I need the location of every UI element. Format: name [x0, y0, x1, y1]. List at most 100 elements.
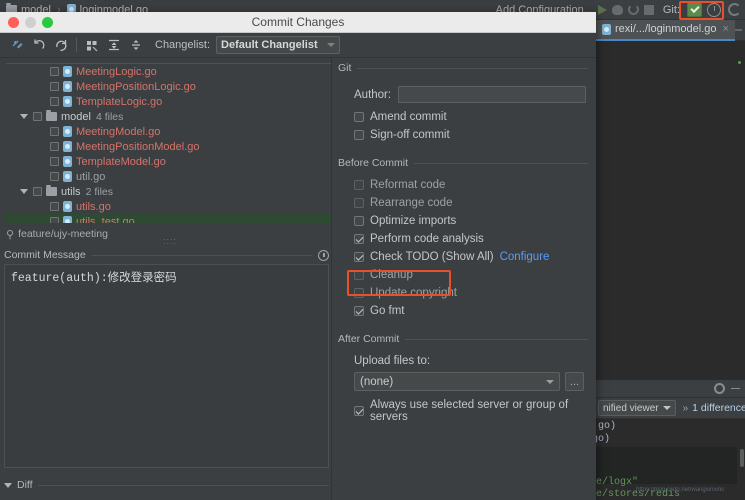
chevron-down-icon[interactable]	[4, 483, 12, 488]
gear-icon[interactable]	[714, 383, 725, 394]
file-checkbox[interactable]	[50, 172, 59, 181]
splitter-handle[interactable]: ::::	[150, 236, 190, 243]
folder-checkbox[interactable]	[33, 112, 42, 121]
divider	[76, 38, 77, 52]
reformat-code-label: Reformat code	[370, 179, 445, 191]
optimize-imports-row[interactable]: Optimize imports	[354, 215, 596, 227]
refresh-icon[interactable]	[50, 35, 72, 56]
go-file-icon	[63, 216, 72, 223]
table-row[interactable]: MeetingModel.go	[6, 124, 331, 139]
changelist-dropdown[interactable]: Default Changelist	[216, 36, 340, 54]
check-todo-checkbox[interactable]	[354, 252, 364, 262]
reformat-code-row[interactable]: Reformat code	[354, 179, 596, 191]
commit-message-header: Commit Message	[4, 248, 329, 262]
diff-section-header[interactable]: Diff	[4, 478, 329, 492]
check-todo-label: Check TODO (Show All)	[370, 251, 494, 263]
coverage-icon[interactable]	[628, 4, 639, 15]
browse-servers-button[interactable]: ...	[565, 372, 584, 391]
dialog-toolbar: Changelist: Default Changelist	[0, 33, 596, 58]
double-chevron-icon[interactable]: »	[683, 403, 689, 414]
commit-message-input[interactable]: feature(auth):修改登录密码	[4, 264, 329, 468]
clock-icon[interactable]	[318, 250, 329, 261]
stop-icon[interactable]	[644, 5, 654, 15]
table-row[interactable]: util.go	[6, 169, 331, 184]
go-file-icon	[602, 24, 611, 35]
update-copyright-row[interactable]: Update copyright	[354, 287, 596, 299]
amend-commit-checkbox[interactable]	[354, 112, 364, 122]
shelve-icon[interactable]	[6, 35, 28, 56]
diff-window-body[interactable]: .go) go) re/logx" re/stores/redis https:…	[596, 419, 745, 500]
git-rollback-icon[interactable]	[707, 3, 721, 17]
signoff-commit-row[interactable]: Sign-off commit	[354, 129, 596, 141]
amend-commit-row[interactable]: Amend commit	[354, 111, 596, 123]
collapse-all-icon[interactable]	[125, 35, 147, 56]
upload-target-dropdown[interactable]: (none)	[354, 372, 560, 391]
go-fmt-row[interactable]: Go fmt	[354, 305, 596, 317]
git-update-icon[interactable]	[728, 3, 741, 16]
author-field[interactable]	[398, 86, 586, 103]
file-checkbox[interactable]	[50, 142, 59, 151]
folder-icon	[46, 187, 57, 196]
diff-toolbar: ?	[4, 496, 329, 500]
table-row[interactable]: model 4 files	[6, 109, 331, 124]
table-row[interactable]: MeetingPositionLogic.go	[6, 79, 331, 94]
editor-area[interactable]	[596, 41, 745, 380]
changed-files-tree[interactable]: MeetingLogic.go MeetingPositionLogic.go …	[6, 63, 331, 223]
watermark: https://blog.csdn.net/wangxinxins	[636, 487, 724, 493]
rearrange-code-row[interactable]: Rearrange code	[354, 197, 596, 209]
run-icon[interactable]	[598, 5, 607, 15]
cleanup-checkbox[interactable]	[354, 270, 364, 280]
table-row[interactable]: MeetingLogic.go	[6, 64, 331, 79]
file-checkbox[interactable]	[50, 127, 59, 136]
viewer-mode-dropdown[interactable]: nified viewer	[598, 400, 676, 416]
optimize-imports-checkbox[interactable]	[354, 216, 364, 226]
table-row[interactable]: MeetingPositionModel.go	[6, 139, 331, 154]
go-fmt-checkbox[interactable]	[354, 306, 364, 316]
rearrange-code-checkbox[interactable]	[354, 198, 364, 208]
minimize-icon[interactable]	[731, 388, 740, 390]
divider	[357, 68, 588, 69]
file-checkbox[interactable]	[50, 157, 59, 166]
minimize-icon[interactable]	[735, 29, 742, 31]
chevron-down-icon	[663, 406, 671, 410]
expand-all-icon[interactable]	[103, 35, 125, 56]
table-row[interactable]: TemplateModel.go	[6, 154, 331, 169]
file-checkbox[interactable]	[50, 82, 59, 91]
file-name: util.go	[76, 171, 105, 183]
changelist-label: Changelist:	[155, 39, 210, 51]
file-checkbox[interactable]	[50, 67, 59, 76]
cleanup-label: Cleanup	[370, 269, 413, 281]
go-fmt-label: Go fmt	[370, 305, 405, 317]
table-row[interactable]: utils.go	[6, 199, 331, 214]
file-checkbox[interactable]	[50, 217, 59, 223]
folder-checkbox[interactable]	[33, 187, 42, 196]
tab-strip-actions	[735, 26, 745, 34]
commit-message-label: Commit Message	[4, 249, 86, 261]
perform-code-analysis-checkbox[interactable]	[354, 234, 364, 244]
chevron-down-icon[interactable]	[20, 114, 28, 119]
revert-icon[interactable]	[28, 35, 50, 56]
check-todo-row[interactable]: Check TODO (Show All) Configure	[354, 251, 596, 263]
table-row[interactable]: utils 2 files	[6, 184, 331, 199]
always-use-server-row[interactable]: Always use selected server or group of s…	[354, 399, 596, 423]
git-commit-checkmark-icon[interactable]	[687, 2, 702, 17]
table-row[interactable]: TemplateLogic.go	[6, 94, 331, 109]
group-by-icon[interactable]	[81, 35, 103, 56]
debug-icon[interactable]	[612, 5, 623, 15]
perform-code-analysis-row[interactable]: Perform code analysis	[354, 233, 596, 245]
file-checkbox[interactable]	[50, 97, 59, 106]
before-commit-label: Before Commit	[338, 157, 408, 169]
file-name: MeetingLogic.go	[76, 66, 157, 78]
configure-link[interactable]: Configure	[500, 251, 550, 263]
update-copyright-checkbox[interactable]	[354, 288, 364, 298]
close-icon[interactable]: ×	[723, 23, 729, 35]
chevron-down-icon[interactable]	[20, 189, 28, 194]
signoff-commit-checkbox[interactable]	[354, 130, 364, 140]
reformat-code-checkbox[interactable]	[354, 180, 364, 190]
editor-tab-loginmodel[interactable]: rexi/.../loginmodel.go ×	[596, 20, 735, 41]
file-checkbox[interactable]	[50, 202, 59, 211]
cleanup-row[interactable]: Cleanup	[354, 269, 596, 281]
table-row[interactable]: utils_test.go	[6, 214, 331, 223]
always-use-server-checkbox[interactable]	[354, 406, 364, 416]
scrollbar[interactable]	[740, 449, 744, 467]
